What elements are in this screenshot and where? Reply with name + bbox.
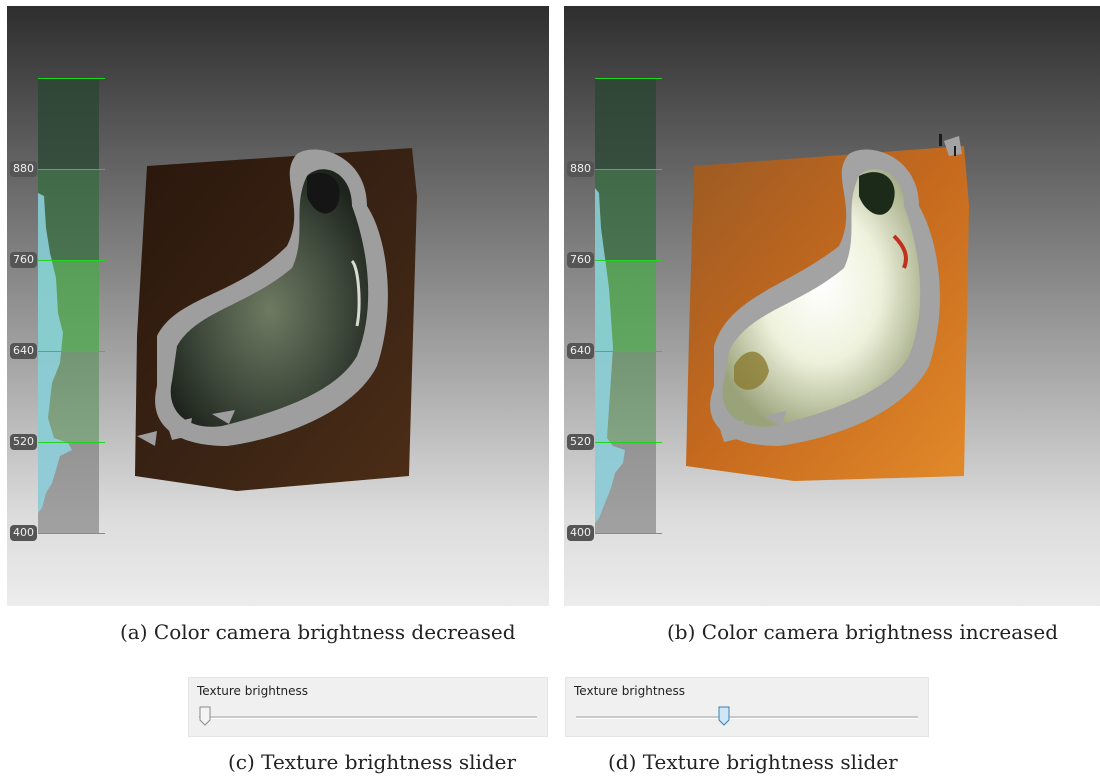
depth-view-panel-b: 880 760 640 520 400 <box>564 6 1100 606</box>
caption-a: (a) Color camera brightness decreased <box>120 620 516 644</box>
gauge-tick-640: 640 <box>10 343 37 359</box>
texture-brightness-slider-panel-d: Texture brightness <box>565 677 929 737</box>
texture-brightness-slider-panel-c: Texture brightness <box>188 677 548 737</box>
gauge-tick-880: 880 <box>10 161 37 177</box>
slider-thumb[interactable] <box>718 706 730 726</box>
gauge-tick-520: 520 <box>567 434 594 450</box>
caption-c: (c) Texture brightness slider <box>228 750 517 774</box>
slider-track[interactable] <box>576 716 918 719</box>
gauge-tick-640: 640 <box>567 343 594 359</box>
gauge-tick-880: 880 <box>567 161 594 177</box>
caption-d: (d) Texture brightness slider <box>608 750 898 774</box>
gauge-tick-760: 760 <box>567 252 594 268</box>
gauge-tick-400: 400 <box>10 525 37 541</box>
slider-title: Texture brightness <box>197 684 309 698</box>
gauge-tick-760: 760 <box>10 252 37 268</box>
slider-thumb[interactable] <box>199 706 211 726</box>
depth-histogram <box>38 193 72 513</box>
depth-histogram <box>595 188 625 523</box>
slider-title: Texture brightness <box>574 684 686 698</box>
gauge-tick-400: 400 <box>567 525 594 541</box>
depth-range-gauge <box>38 78 105 534</box>
caption-b: (b) Color camera brightness increased <box>667 620 1059 644</box>
slider-track[interactable] <box>199 716 537 719</box>
gauge-tick-520: 520 <box>10 434 37 450</box>
depth-view-panel-a: 880 760 640 520 400 <box>7 6 549 606</box>
depth-range-gauge <box>595 78 662 534</box>
